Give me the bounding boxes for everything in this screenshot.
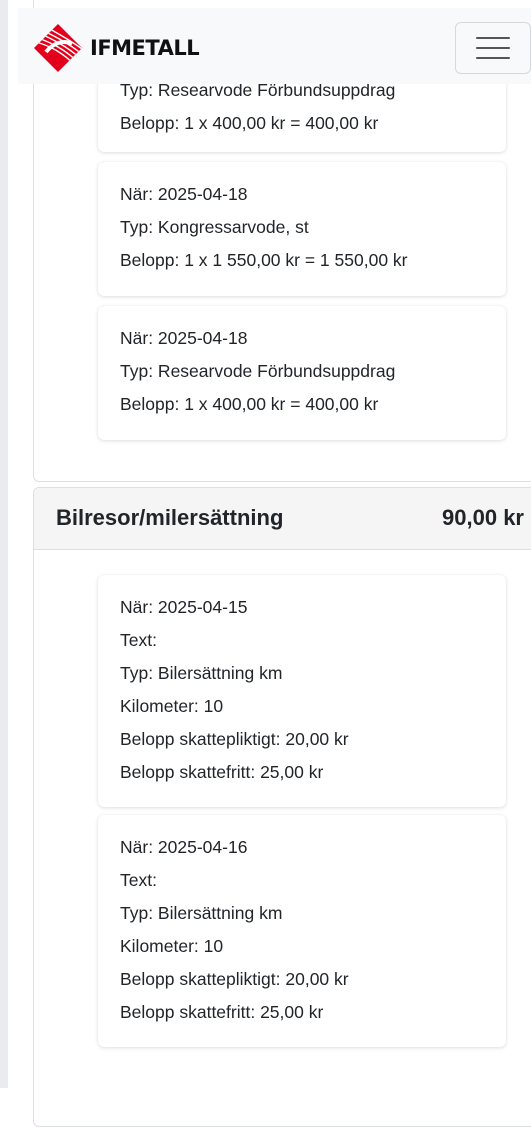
section-title: Bilresor/milersättning: [56, 505, 284, 530]
section-header[interactable]: Bilresor/milersättning 90,00 kr: [34, 488, 531, 550]
entry-card: När: 2025-04-16 Text: Typ: Bilersättning…: [98, 815, 506, 1047]
entry-taxfree-amount: Belopp skattefritt: 25,00 kr: [120, 762, 324, 782]
entry-type: Typ: Bilersättning km: [120, 663, 283, 683]
hamburger-menu-button[interactable]: [455, 22, 531, 74]
left-edge-strip: [0, 0, 8, 1088]
hamburger-icon-bar: [476, 57, 510, 59]
brand-logo-link[interactable]: IFMETALL: [32, 22, 200, 74]
entry-kilometer: Kilometer: 10: [120, 696, 224, 716]
entry-amount: Belopp: 1 x 400,00 kr = 400,00 kr: [120, 113, 379, 133]
entry-card: När: 2025-04-15 Text: Typ: Bilersättning…: [98, 575, 506, 807]
entry-amount: Belopp: 1 x 400,00 kr = 400,00 kr: [120, 394, 379, 414]
entry-date: När: 2025-04-16: [120, 837, 248, 857]
entry-date: När: 2025-04-18: [120, 184, 248, 204]
hamburger-icon-bar: [476, 37, 510, 39]
entry-date: När: 2025-04-15: [120, 597, 248, 617]
entry-taxable-amount: Belopp skattepliktigt: 20,00 kr: [120, 969, 349, 989]
entry-type: Typ: Researvode Förbundsuppdrag: [120, 361, 396, 381]
top-navbar: IFMETALL: [18, 8, 531, 84]
entry-type: Typ: Kongressarvode, st: [120, 217, 309, 237]
ifmetall-logo-icon: [34, 24, 82, 72]
entry-card: När: 2025-04-18 Typ: Researvode Förbunds…: [98, 306, 506, 440]
section-total: 90,00 kr: [442, 505, 524, 530]
entry-text: Text:: [120, 870, 157, 890]
entry-amount: Belopp: 1 x 1 550,00 kr = 1 550,00 kr: [120, 250, 408, 270]
entry-type: Typ: Bilersättning km: [120, 903, 283, 923]
entry-kilometer: Kilometer: 10: [120, 936, 224, 956]
entry-text: Text:: [120, 630, 157, 650]
entry-taxable-amount: Belopp skattepliktigt: 20,00 kr: [120, 729, 349, 749]
entry-date: När: 2025-04-18: [120, 328, 248, 348]
brand-name: IFMETALL: [90, 36, 200, 60]
hamburger-icon-bar: [476, 47, 510, 49]
entry-card: När: 2025-04-18 Typ: Kongressarvode, st …: [98, 162, 506, 296]
entry-taxfree-amount: Belopp skattefritt: 25,00 kr: [120, 1002, 324, 1022]
